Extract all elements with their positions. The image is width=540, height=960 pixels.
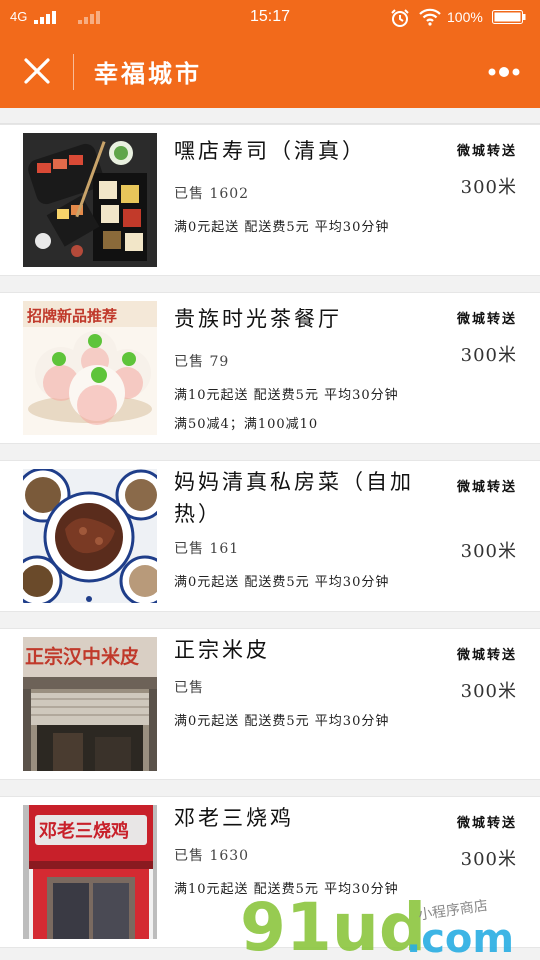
battery-percent: 100% xyxy=(447,9,483,25)
shop-item[interactable]: 嘿店寿司（清真） 已售 1602 满0元起送 配送费5元 平均30分钟 微城转送… xyxy=(0,124,540,276)
shop-discount-rule: 满50减4；满100减10 xyxy=(174,417,319,432)
status-bar: 4G 15:17 100% xyxy=(0,0,540,34)
wifi-icon xyxy=(419,8,441,26)
shop-delivery-rule: 满0元起送 配送费5元 平均30分钟 xyxy=(174,714,390,729)
shop-list: 嘿店寿司（清真） 已售 1602 满0元起送 配送费5元 平均30分钟 微城转送… xyxy=(0,108,540,948)
shop-sold-count: 已售 161 xyxy=(174,541,240,557)
shop-name: 正宗米皮 xyxy=(174,638,270,662)
shop-distance: 300米 xyxy=(460,345,517,366)
page-title: 幸福城市 xyxy=(94,59,202,88)
shop-name: 邓老三烧鸡 xyxy=(174,806,294,830)
shop-sold-count: 已售 xyxy=(174,680,204,696)
shop-name: 嘿店寿司（清真） xyxy=(174,139,366,163)
image-sign-text: 正宗汉中米皮 xyxy=(25,645,139,668)
list-spacer xyxy=(0,444,540,460)
delivery-tag: 微城转送 xyxy=(456,816,517,831)
close-icon[interactable] xyxy=(20,54,54,88)
shop-distance: 300米 xyxy=(460,541,517,562)
shop-distance: 300米 xyxy=(460,681,517,702)
image-sign-text: 邓老三烧鸡 xyxy=(39,820,129,842)
shop-delivery-rule: 满10元起送 配送费5元 平均30分钟 xyxy=(174,388,399,403)
shop-name: 妈妈清真私房菜（自加热） xyxy=(174,470,414,526)
shop-distance: 300米 xyxy=(460,177,517,198)
shop-item[interactable]: 邓老三烧鸡 邓老三烧鸡 已售 1630 满10元起送 配送费5元 平均30分钟 … xyxy=(0,796,540,948)
delivery-tag: 微城转送 xyxy=(456,312,517,327)
shop-delivery-rule: 满0元起送 配送费5元 平均30分钟 xyxy=(174,220,390,235)
shop-distance: 300米 xyxy=(460,849,517,870)
title-bar: 幸福城市 xyxy=(0,34,540,108)
alarm-icon xyxy=(391,9,409,27)
shop-image-dishes xyxy=(23,469,157,603)
delivery-tag: 微城转送 xyxy=(456,480,517,495)
battery-icon xyxy=(492,10,526,24)
image-sign-text: 招牌新品推荐 xyxy=(27,307,117,325)
more-menu-icon[interactable] xyxy=(486,60,522,84)
shop-image-sushi xyxy=(23,133,157,267)
delivery-tag: 微城转送 xyxy=(456,144,517,159)
shop-item[interactable]: 招牌新品推荐 贵族时光茶餐厅 已售 79 满10元起送 配送费5元 平均30分钟… xyxy=(0,292,540,444)
shop-image-dimsum: 招牌新品推荐 xyxy=(23,301,157,435)
shop-item[interactable]: 妈妈清真私房菜（自加热） 已售 161 满0元起送 配送费5元 平均30分钟 微… xyxy=(0,460,540,612)
list-spacer xyxy=(0,276,540,292)
shop-sold-count: 已售 1630 xyxy=(174,848,250,864)
shop-item[interactable]: 正宗汉中米皮 正宗米皮 已售 满0元起送 配送费5元 平均30分钟 微城转送 3… xyxy=(0,628,540,780)
shop-delivery-rule: 满10元起送 配送费5元 平均30分钟 xyxy=(174,882,399,897)
shop-sold-count: 已售 1602 xyxy=(174,186,250,202)
list-spacer xyxy=(0,612,540,628)
shop-image-chicken-shop: 邓老三烧鸡 xyxy=(23,805,157,939)
shop-delivery-rule: 满0元起送 配送费5元 平均30分钟 xyxy=(174,575,390,590)
delivery-tag: 微城转送 xyxy=(456,648,517,663)
shop-sold-count: 已售 79 xyxy=(174,354,230,370)
list-spacer xyxy=(0,780,540,796)
title-divider xyxy=(73,54,74,90)
list-top-spacer xyxy=(0,108,540,124)
shop-image-storefront: 正宗汉中米皮 xyxy=(23,637,157,771)
shop-name: 贵族时光茶餐厅 xyxy=(174,307,342,331)
